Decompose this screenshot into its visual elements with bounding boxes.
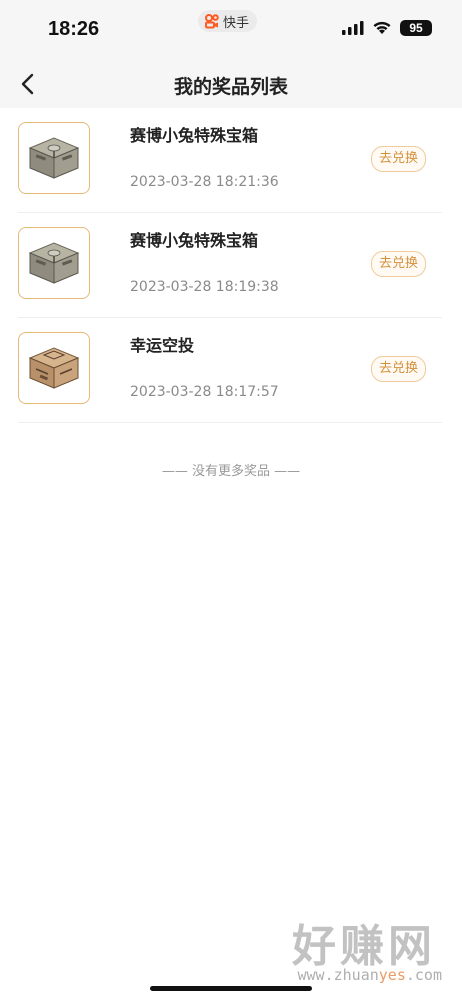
prize-thumbnail — [18, 332, 90, 404]
prize-item: 赛博小兔特殊宝箱 2023-03-28 18:21:36 去兑换 — [18, 108, 442, 213]
prize-thumbnail — [18, 227, 90, 299]
prize-item: 赛博小兔特殊宝箱 2023-03-28 18:19:38 去兑换 — [18, 213, 442, 318]
signal-icon — [342, 21, 364, 35]
redeem-button[interactable]: 去兑换 — [370, 251, 426, 277]
redeem-button[interactable]: 去兑换 — [370, 146, 426, 172]
prize-time: 2023-03-28 18:19:38 — [130, 279, 279, 295]
prize-name: 赛博小兔特殊宝箱 — [130, 231, 259, 250]
site-watermark: 好赚网 www.zhuanyes.com — [252, 910, 442, 990]
app-name: 快手 — [223, 15, 250, 31]
watermark-domain: www.zhuanyes.com — [298, 966, 443, 984]
status-time: 18:26 — [48, 18, 100, 40]
app-indicator-pill[interactable]: 快手 — [198, 10, 258, 32]
nav-header: 我的奖品列表 — [0, 60, 462, 108]
treasure-box-icon — [28, 137, 80, 179]
watermark-domain-pre: www.zhuan — [297, 966, 379, 984]
prize-time: 2023-03-28 18:17:57 — [130, 384, 279, 400]
redeem-button[interactable]: 去兑换 — [370, 356, 426, 382]
prize-time: 2023-03-28 18:21:36 — [130, 174, 279, 190]
prize-thumbnail — [18, 122, 90, 194]
airdrop-box-icon — [28, 347, 80, 389]
wifi-icon — [373, 21, 391, 34]
prize-list: 赛博小兔特殊宝箱 2023-03-28 18:21:36 去兑换 赛博小兔特殊宝… — [0, 108, 462, 423]
prize-item: 幸运空投 2023-03-28 18:17:57 去兑换 — [18, 318, 442, 423]
treasure-box-icon — [28, 242, 80, 284]
page-title: 我的奖品列表 — [173, 76, 288, 98]
system-icons: 95 — [342, 20, 432, 36]
watermark-domain-post: .com — [405, 966, 442, 984]
no-more-prizes-note: —— 没有更多奖品 —— — [161, 464, 301, 479]
watermark-domain-accent: yes — [378, 966, 406, 984]
prize-name: 幸运空投 — [130, 336, 195, 355]
prize-name: 赛博小兔特殊宝箱 — [130, 126, 259, 145]
status-bar: 18:26 快手 95 — [0, 0, 462, 60]
watermark-title: 好赚网 — [292, 921, 436, 972]
home-indicator[interactable] — [150, 986, 312, 991]
kuaishou-logo-icon — [205, 14, 219, 29]
battery-icon: 95 — [400, 20, 432, 36]
